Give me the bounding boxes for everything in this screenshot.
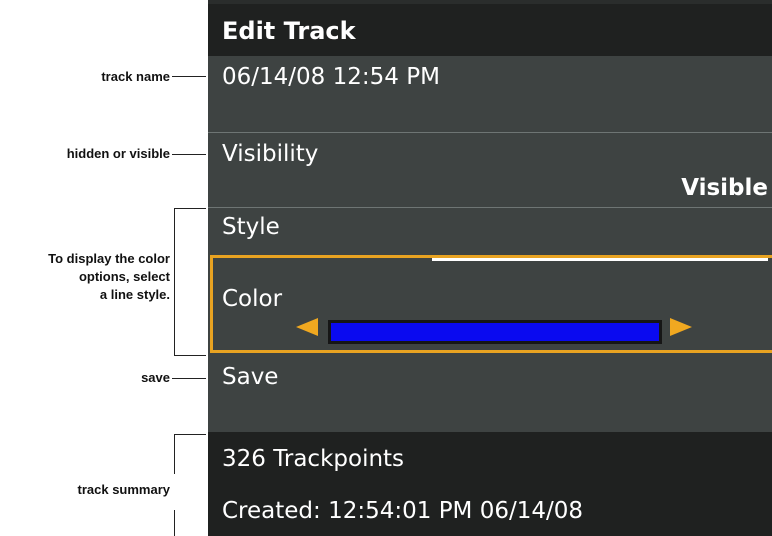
visibility-value: Visible (681, 175, 768, 201)
created-timestamp: Created: 12:54:01 PM 06/14/08 (222, 498, 584, 524)
menu-item-style[interactable]: Style (208, 208, 772, 254)
leader-color-bracket-top (174, 208, 206, 209)
style-label: Style (222, 214, 280, 240)
callout-visibility: hidden or visible (66, 146, 170, 161)
save-label: Save (222, 364, 279, 390)
leader-save (172, 378, 206, 379)
leader-track-name (172, 76, 206, 77)
leader-summary-bracket-top (174, 434, 206, 435)
edit-track-screen: Edit Track 06/14/08 12:54 PM Visibility … (208, 0, 772, 536)
leader-color-bracket-vertical (174, 208, 175, 356)
track-summary: 326 Trackpoints Created: 12:54:01 PM 06/… (208, 432, 772, 536)
leader-summary-bottom (174, 510, 175, 536)
arrow-right-icon[interactable] (670, 318, 692, 336)
trackpoints-count: 326 Trackpoints (222, 446, 405, 472)
leader-color-bracket-bottom (174, 355, 206, 356)
leader-visibility (172, 154, 206, 155)
callout-summary: track summary (77, 482, 171, 497)
menu-item-save[interactable]: Save (208, 356, 772, 420)
callout-track-name: track name (101, 69, 170, 84)
track-name-text: 06/14/08 12:54 PM (222, 64, 440, 90)
callout-color-line3: a line style. (99, 287, 170, 302)
callout-save: save (141, 370, 170, 385)
leader-summary-top (174, 434, 175, 474)
visibility-label: Visibility (222, 141, 319, 167)
arrow-left-icon[interactable] (296, 318, 318, 336)
menu-item-track-name[interactable]: 06/14/08 12:54 PM (208, 56, 772, 132)
callout-color-instructions: To display the color options, select a l… (48, 250, 170, 304)
callout-color-line2: options, select (78, 269, 170, 284)
page-title: Edit Track (222, 17, 356, 45)
callout-color-line1: To display the color (48, 251, 170, 266)
color-swatch (328, 320, 662, 344)
title-bar: Edit Track (208, 4, 772, 56)
menu-item-visibility[interactable]: Visibility Visible (208, 133, 772, 207)
color-label: Color (222, 286, 283, 312)
